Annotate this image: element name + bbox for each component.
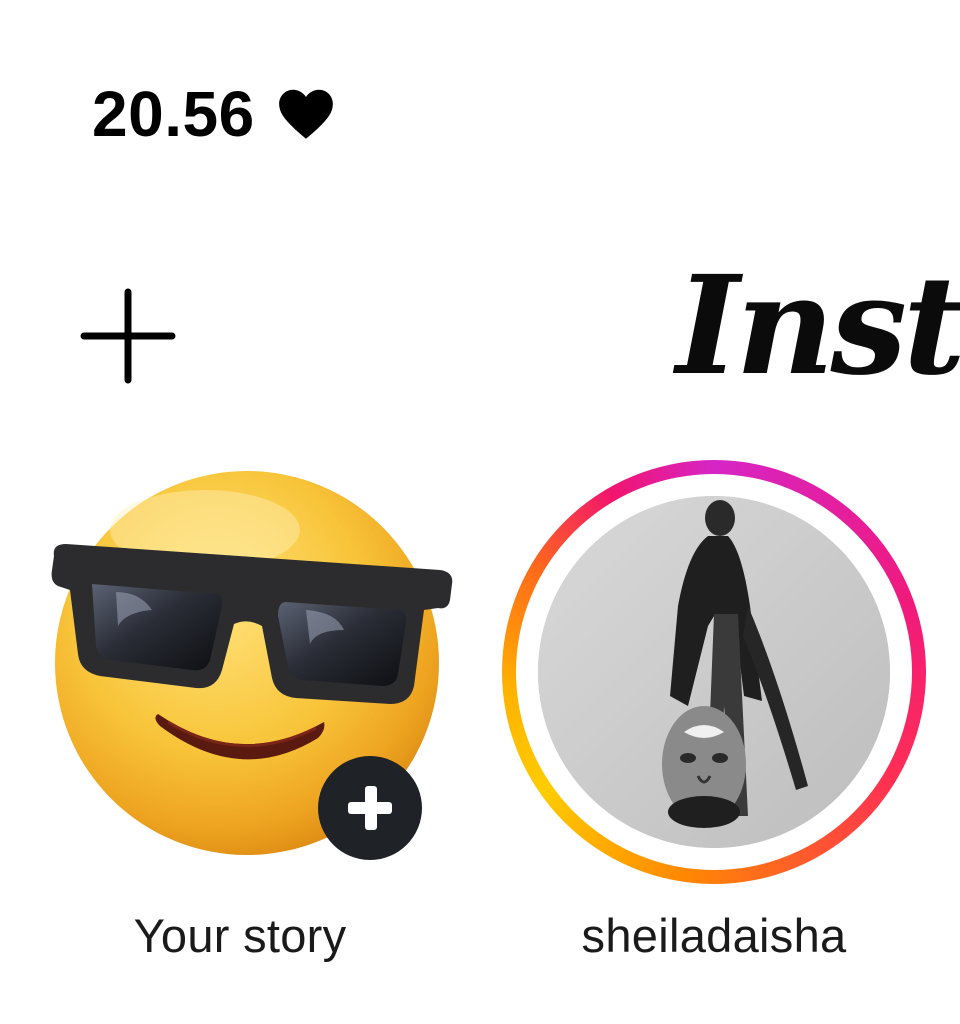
story-label: Your story xyxy=(133,909,347,962)
story-label: sheiladaisha xyxy=(581,909,847,962)
profile-photo xyxy=(538,496,890,848)
story-your-story[interactable]: Your story xyxy=(0,0,490,1000)
story-ring xyxy=(502,460,926,884)
story-sheiladaisha[interactable]: sheiladaisha xyxy=(490,0,960,1000)
app-screen: 20.56 Instagram xyxy=(0,0,960,1024)
add-story-button[interactable] xyxy=(318,756,422,860)
